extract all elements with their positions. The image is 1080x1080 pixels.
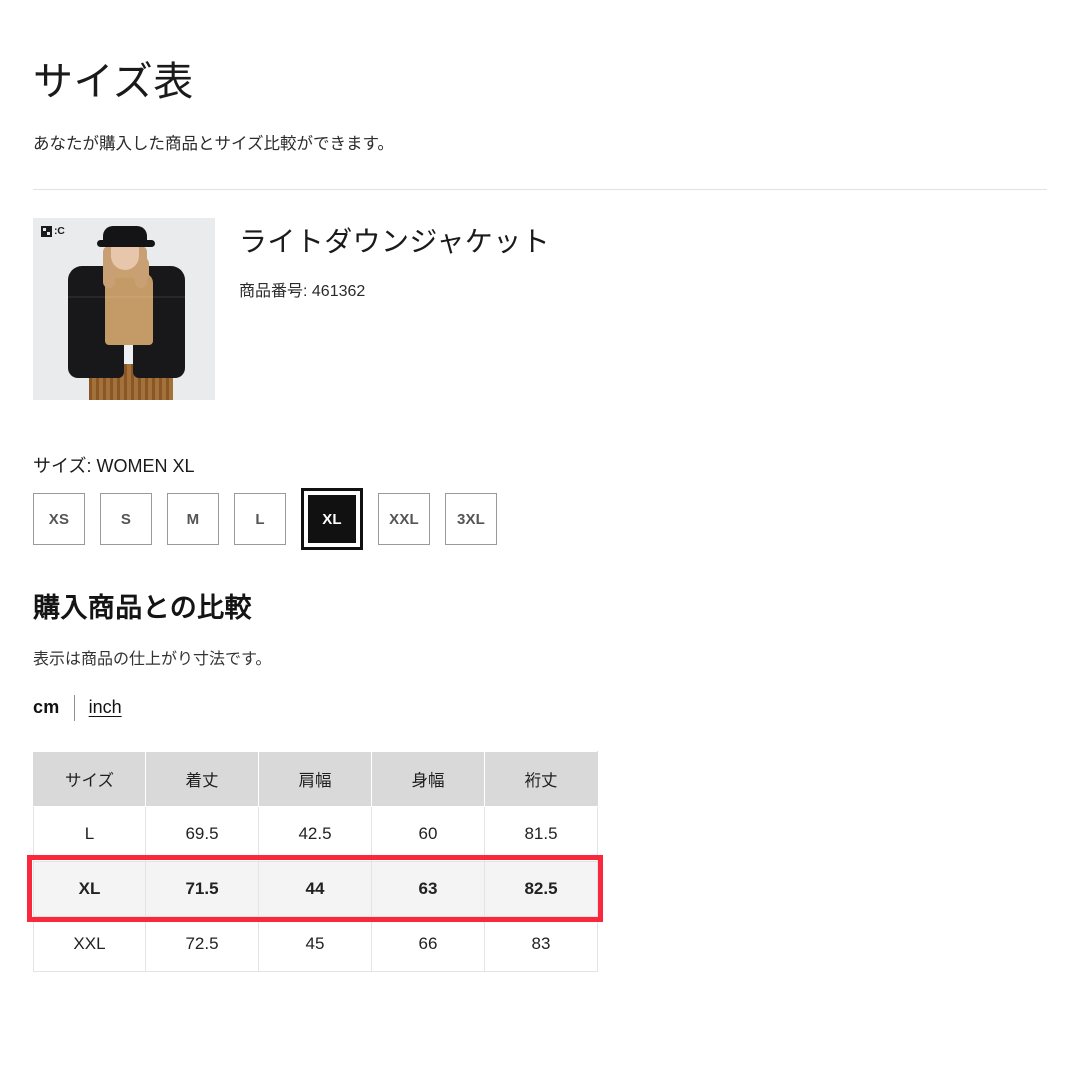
cell-length: 72.5 (145, 915, 259, 972)
size-chip-xl[interactable]: XL (301, 488, 363, 551)
cell-shoulder: 45 (258, 915, 372, 972)
brand-mark-icon (41, 225, 52, 237)
cell-sleeve: 81.5 (484, 805, 598, 862)
photo-jacket-seam (68, 295, 185, 298)
size-chip-xxl[interactable]: XXL (378, 493, 430, 546)
brand-badge: :C (41, 225, 65, 237)
column-header-chest: 身幅 (371, 750, 485, 807)
brand-badge-label: :C (54, 225, 65, 237)
column-header-length: 着丈 (145, 750, 259, 807)
column-header-size: サイズ (33, 750, 146, 807)
product-info: ライトダウンジャケット 商品番号: 461362 (215, 218, 550, 301)
unit-option-inch[interactable]: inch (89, 697, 122, 718)
size-chip-label: XXL (389, 510, 419, 528)
size-chart-page: サイズ表 あなたが購入した商品とサイズ比較ができます。 :C ライトダウンジャケ… (0, 0, 1080, 1080)
column-header-sleeve: 裄丈 (484, 750, 598, 807)
cell-shoulder: 42.5 (258, 805, 372, 862)
table-row[interactable]: L 69.5 42.5 60 81.5 (33, 805, 598, 862)
size-chip-label: S (120, 510, 132, 528)
unit-toggle[interactable]: cm inch (33, 669, 1047, 721)
size-chip-3xl[interactable]: 3XL (445, 493, 497, 546)
size-chip-group[interactable]: XS S M L XL XXL 3XL (33, 478, 1047, 551)
cell-chest: 66 (371, 915, 485, 972)
photo-cap (103, 225, 147, 244)
product-thumbnail[interactable]: :C (33, 217, 215, 400)
size-table-wrap: サイズ 着丈 肩幅 身幅 裄丈 L 69.5 42.5 60 81.5 XL 7 (27, 750, 603, 972)
unit-divider (73, 694, 75, 721)
cell-length: 71.5 (145, 860, 259, 917)
cell-shoulder: 44 (258, 860, 372, 917)
product-name: ライトダウンジャケット (239, 225, 551, 257)
page-title: サイズ表 (33, 60, 194, 104)
cell-sleeve: 82.5 (484, 860, 598, 917)
table-header-row: サイズ 着丈 肩幅 身幅 裄丈 (33, 750, 598, 807)
size-table-body: L 69.5 42.5 60 81.5 XL 71.5 44 63 82.5 X… (33, 805, 598, 972)
size-chip-l[interactable]: L (234, 493, 286, 546)
page-subtitle: あなたが購入した商品とサイズ比較ができます。 (33, 135, 394, 153)
table-row[interactable]: XXL 72.5 45 66 83 (33, 915, 598, 972)
cell-length: 69.5 (145, 805, 259, 862)
comparison-title: 購入商品との比較 (33, 592, 252, 623)
cell-chest: 60 (371, 805, 485, 862)
cell-chest: 63 (371, 860, 485, 917)
size-chip-label: 3XL (456, 510, 486, 528)
cell-size: L (33, 805, 146, 862)
size-table: サイズ 着丈 肩幅 身幅 裄丈 L 69.5 42.5 60 81.5 XL 7 (33, 750, 598, 972)
comparison-note: 表示は商品の仕上がり寸法です。 (33, 650, 272, 668)
size-chip-label: XS (48, 510, 70, 528)
cell-size: XL (33, 860, 146, 917)
size-chip-label: XL (322, 510, 342, 528)
size-chip-xs[interactable]: XS (33, 493, 85, 546)
table-row-highlighted[interactable]: XL 71.5 44 63 82.5 (33, 860, 598, 917)
size-chip-m[interactable]: M (167, 493, 219, 546)
product-summary: :C ライトダウンジャケット 商品番号: 461362 (33, 190, 1047, 400)
cell-sleeve: 83 (484, 915, 598, 972)
unit-option-cm[interactable]: cm (33, 697, 60, 718)
size-chip-label: L (255, 510, 265, 528)
product-code: 商品番号: 461362 (239, 282, 366, 300)
cell-size: XXL (33, 915, 146, 972)
size-chip-s[interactable]: S (100, 493, 152, 546)
size-chip-label: M (186, 510, 200, 528)
size-table-head: サイズ 着丈 肩幅 身幅 裄丈 (33, 750, 598, 807)
size-selector-label: サイズ: WOMEN XL (33, 455, 195, 476)
column-header-shoulder: 肩幅 (258, 750, 372, 807)
